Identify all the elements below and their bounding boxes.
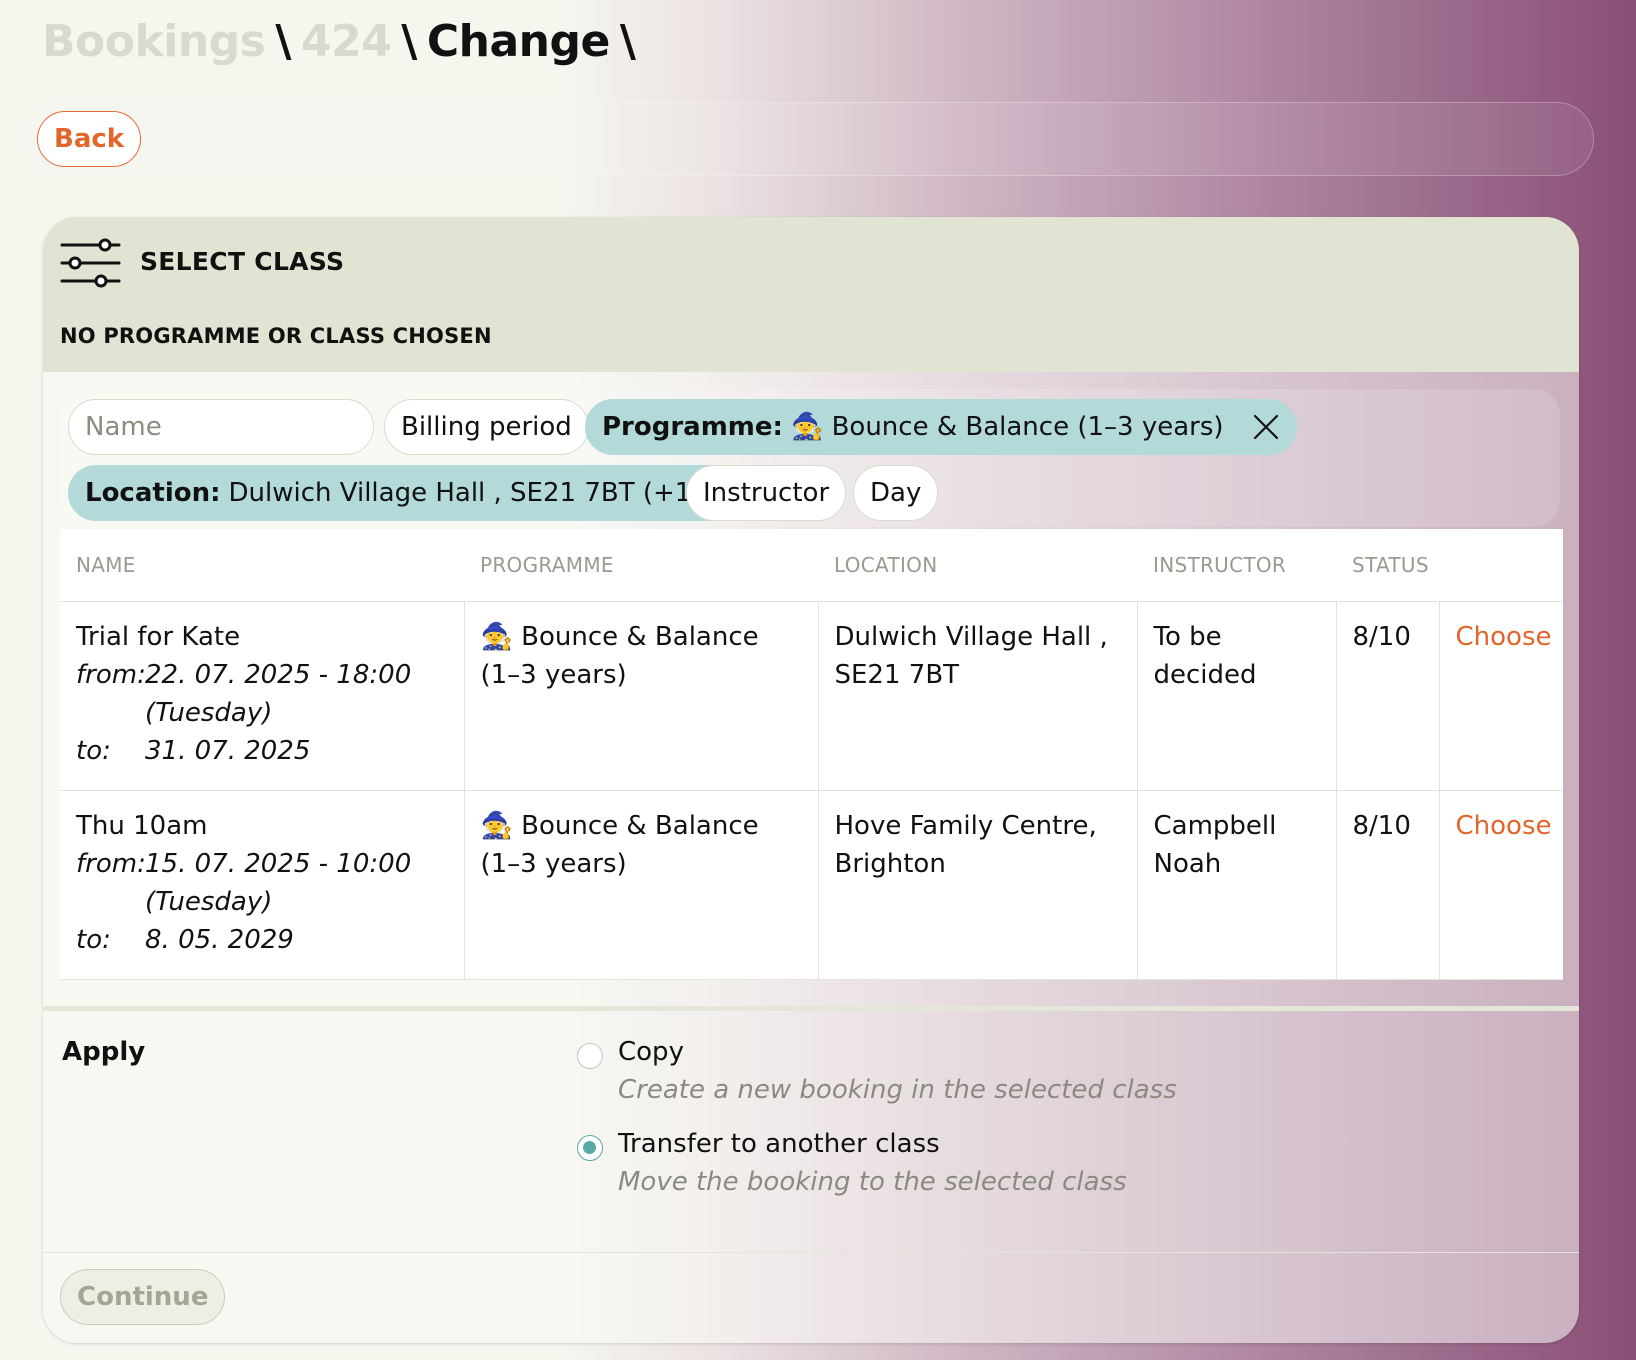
from-label: from: — [76, 659, 146, 690]
programme-cell: 🧙 Bounce & Balance (1–3 years) — [464, 601, 819, 791]
to-label: to: — [76, 735, 111, 766]
filter-bar: Billing period Programme: 🧙 Bounce & Bal… — [60, 389, 1560, 527]
column-header-status: STATUS — [1336, 529, 1439, 602]
location-cell: Hove Family Centre, Brighton — [818, 790, 1138, 980]
continue-button[interactable]: Continue — [60, 1269, 226, 1325]
back-button[interactable]: Back — [37, 111, 142, 167]
sliders-icon — [60, 238, 121, 288]
transfer-option-description: Move the booking to the selected class — [618, 1167, 1127, 1197]
breadcrumb: Bookings \ 424 \ Change \ — [42, 16, 645, 67]
panel-header: SELECT CLASS NO PROGRAMME OR CLASS CHOSE… — [43, 217, 1579, 372]
location-filter-value: Dulwich Village Hall , SE21 7BT (+1) — [228, 478, 702, 508]
programme-filter-key: Programme: — [602, 412, 783, 442]
class-table: NAME PROGRAMME LOCATION INSTRUCTOR STATU… — [60, 529, 1563, 980]
class-dates: from: 22. 07. 2025 - 18:00 (Tuesday) to:… — [76, 656, 448, 770]
table-row: Thu 10am from: 15. 07. 2025 - 10:00 (Tue… — [60, 790, 1563, 980]
name-filter-input[interactable] — [68, 399, 374, 455]
copy-option-description: Create a new booking in the selected cla… — [618, 1075, 1177, 1105]
action-cell: Choose — [1439, 601, 1563, 791]
from-label: from: — [76, 848, 146, 879]
panel-title: SELECT CLASS — [140, 247, 345, 276]
column-header-programme: PROGRAMME — [464, 529, 818, 602]
breadcrumb-bookings[interactable]: Bookings — [42, 16, 266, 67]
location-cell: Dulwich Village Hall , SE21 7BT — [818, 601, 1138, 791]
toolbar: Back — [28, 102, 1594, 176]
programme-filter-value: 🧙 Bounce & Balance (1–3 years) — [790, 412, 1224, 442]
programme-filter[interactable]: Programme: 🧙 Bounce & Balance (1–3 years… — [585, 399, 1297, 455]
apply-label: Apply — [62, 1037, 146, 1067]
location-filter[interactable]: Location: Dulwich Village Hall , SE21 7B… — [68, 465, 775, 521]
to-date: 8. 05. 2029 — [145, 924, 294, 955]
status-cell: 8/10 — [1336, 601, 1440, 791]
class-name: Thu 10am — [76, 810, 208, 841]
table-header-row: NAME PROGRAMME LOCATION INSTRUCTOR STATU… — [60, 529, 1563, 602]
copy-option-label: Copy — [618, 1037, 684, 1067]
from-date: 15. 07. 2025 - 10:00 — [145, 848, 412, 879]
column-header-instructor: INSTRUCTOR — [1137, 529, 1336, 602]
copy-radio[interactable] — [577, 1043, 603, 1069]
table-row: Trial for Kate from: 22. 07. 2025 - 18:0… — [60, 601, 1563, 791]
breadcrumb-separator: \ — [275, 16, 291, 67]
breadcrumb-booking-id[interactable]: 424 — [301, 16, 392, 67]
status-cell: 8/10 — [1336, 790, 1440, 980]
from-date: 22. 07. 2025 - 18:00 — [145, 659, 412, 690]
weekday: (Tuesday) — [145, 886, 273, 917]
instructor-filter-label: Instructor — [703, 478, 830, 508]
transfer-radio[interactable] — [577, 1135, 603, 1161]
select-class-panel: SELECT CLASS NO PROGRAMME OR CLASS CHOSE… — [43, 217, 1579, 1343]
class-dates: from: 15. 07. 2025 - 10:00 (Tuesday) to:… — [76, 845, 448, 959]
breadcrumb-current: Change — [426, 16, 610, 67]
billing-period-label: Billing period — [401, 412, 572, 442]
instructor-cell: To be decided — [1137, 601, 1337, 791]
column-header-action — [1439, 529, 1563, 602]
billing-period-filter[interactable]: Billing period — [384, 399, 589, 455]
action-cell: Choose — [1439, 790, 1563, 980]
divider — [43, 1006, 1579, 1011]
to-label: to: — [76, 924, 111, 955]
to-date: 31. 07. 2025 — [145, 735, 311, 766]
choose-class-link[interactable]: Choose — [1456, 811, 1552, 841]
column-header-location: LOCATION — [818, 529, 1137, 602]
column-header-name: NAME — [60, 529, 464, 602]
instructor-filter[interactable]: Instructor — [686, 465, 847, 521]
day-filter-label: Day — [870, 478, 922, 508]
choose-class-link[interactable]: Choose — [1456, 622, 1552, 652]
close-icon[interactable] — [1252, 413, 1280, 441]
panel-subtitle: NO PROGRAMME OR CLASS CHOSEN — [60, 324, 492, 348]
class-name: Trial for Kate — [76, 621, 241, 652]
location-filter-key: Location: — [85, 478, 221, 508]
weekday: (Tuesday) — [145, 697, 273, 728]
transfer-option-label: Transfer to another class — [618, 1129, 940, 1159]
breadcrumb-separator: \ — [619, 16, 636, 67]
instructor-cell: Campbell Noah — [1137, 790, 1337, 980]
class-name-cell: Thu 10am from: 15. 07. 2025 - 10:00 (Tue… — [60, 790, 465, 980]
breadcrumb-separator: \ — [401, 16, 417, 67]
divider — [43, 1252, 1579, 1253]
programme-cell: 🧙 Bounce & Balance (1–3 years) — [464, 790, 819, 980]
day-filter[interactable]: Day — [853, 465, 939, 521]
class-name-cell: Trial for Kate from: 22. 07. 2025 - 18:0… — [60, 601, 465, 791]
